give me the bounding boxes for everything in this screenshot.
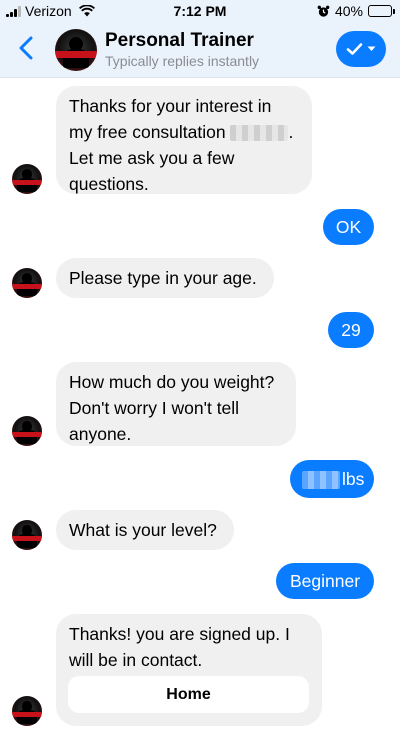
alarm-icon: [317, 5, 330, 17]
incoming-message: Thanks for your interest in my free cons…: [56, 86, 312, 194]
message-text: Beginner: [289, 571, 361, 591]
incoming-message: Please type in your age.: [56, 258, 274, 298]
outgoing-message: Beginner: [276, 563, 374, 599]
message-line: Thanks! you are signed up. I: [69, 624, 290, 644]
incoming-message: What is your level?: [56, 510, 234, 550]
message-text: lbs: [342, 469, 365, 489]
incoming-message: How much do you weight? Don't worry I wo…: [56, 362, 296, 446]
contact-name[interactable]: Personal Trainer: [105, 30, 254, 52]
message-line: anyone.: [69, 424, 132, 444]
message-text: What is your level?: [69, 520, 217, 540]
conversation-header: Verizon 7:12 PM 40% Personal Trainer Typ…: [0, 0, 400, 78]
sender-avatar: [12, 696, 42, 726]
contact-avatar[interactable]: [55, 29, 97, 71]
message-line: Thanks for your interest in: [69, 96, 272, 116]
redacted-blur: [230, 125, 289, 142]
outgoing-message: lbs: [290, 460, 374, 498]
message-text: Please type in your age.: [69, 268, 257, 288]
message-text: OK: [335, 217, 362, 237]
status-right: 40%: [317, 3, 395, 19]
message-line: questions.: [69, 174, 149, 194]
redacted-blur: [302, 471, 340, 490]
battery-icon: [368, 5, 395, 17]
chevron-left-icon[interactable]: [18, 36, 34, 60]
sender-avatar: [12, 416, 42, 446]
status-bar: Verizon 7:12 PM 40%: [0, 0, 400, 22]
message-text: 29: [341, 320, 361, 340]
message-line: will be in contact.: [69, 650, 203, 670]
sender-avatar: [12, 164, 42, 194]
sender-avatar: [12, 268, 42, 298]
home-button[interactable]: Home: [68, 676, 309, 713]
message-line: Don't worry I won't tell: [69, 398, 240, 418]
outgoing-message: 29: [328, 312, 374, 348]
message-line: How much do you weight?: [69, 372, 275, 392]
sender-avatar: [12, 520, 42, 550]
message-line: my free consultation: [69, 122, 226, 142]
outgoing-message: OK: [323, 209, 374, 245]
checkmark-icon: [346, 43, 363, 55]
contact-status: Typically replies instantly: [105, 53, 260, 69]
battery-percent: 40%: [334, 3, 363, 19]
action-button[interactable]: [336, 31, 386, 67]
message-line: Let me ask you a few: [69, 148, 235, 168]
chevron-down-icon: [367, 46, 376, 51]
